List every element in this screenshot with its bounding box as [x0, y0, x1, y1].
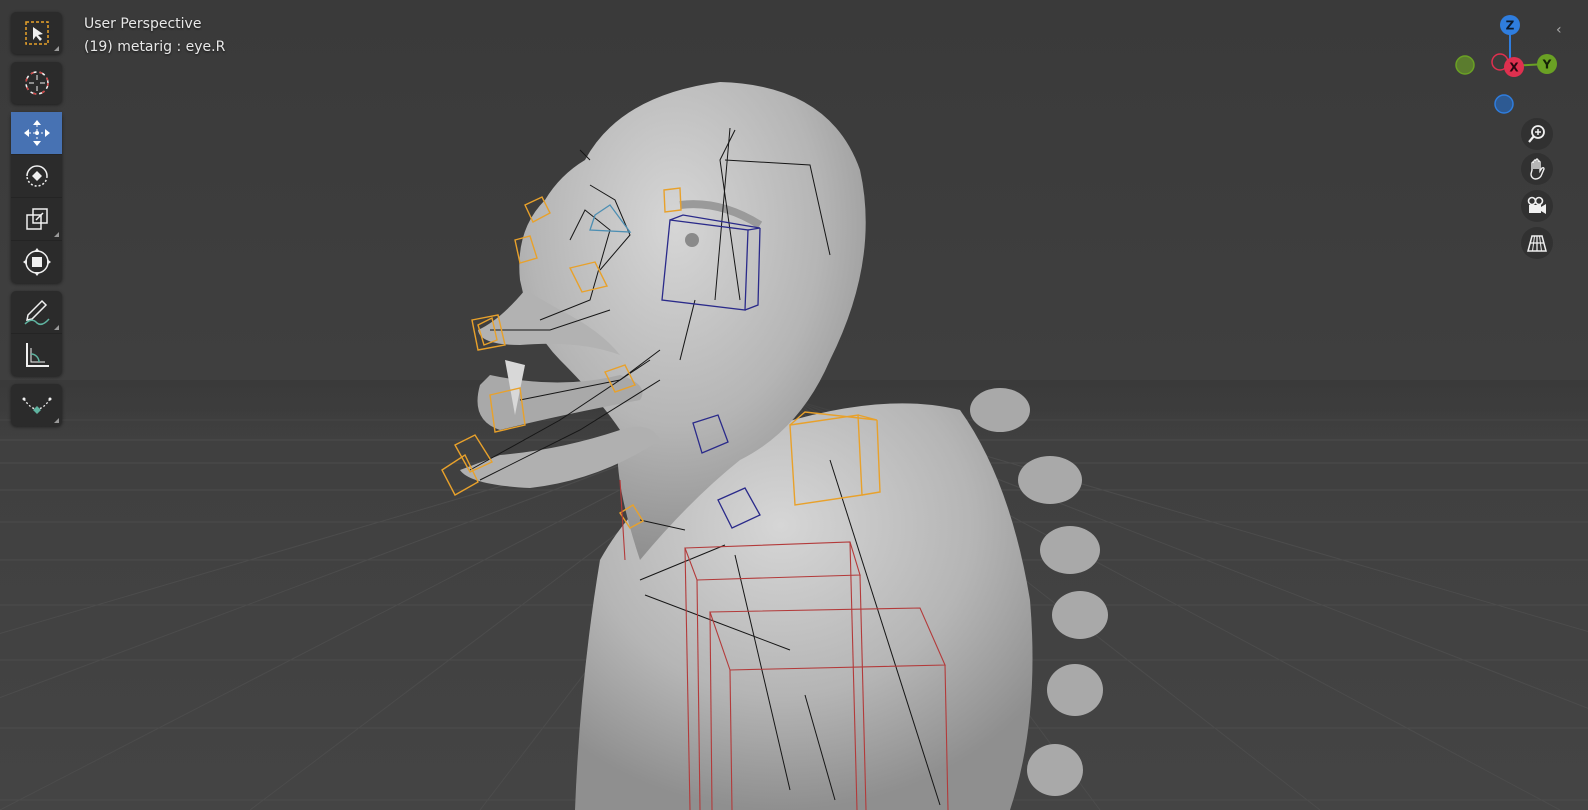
scale-tool[interactable]: [11, 198, 62, 241]
view-name-label: User Perspective: [84, 16, 202, 32]
measure-icon: [25, 343, 49, 367]
scene-canvas[interactable]: [0, 0, 1588, 810]
transform-tool[interactable]: [11, 241, 62, 283]
select-box-tool[interactable]: [11, 12, 62, 54]
bone-roll-tool[interactable]: [11, 384, 62, 426]
hand-icon: [1530, 158, 1545, 180]
move-icon: [23, 120, 50, 146]
zoom-icon: [1528, 125, 1545, 143]
select-box-icon: [24, 21, 49, 45]
tool-group-select: [11, 12, 62, 54]
y-axis-button[interactable]: Y: [1537, 54, 1557, 74]
tool-group-transform: [11, 112, 62, 283]
zoom-button[interactable]: [1521, 118, 1553, 150]
scale-icon: [25, 208, 48, 230]
rotate-icon: [25, 165, 48, 187]
3d-viewport[interactable]: User Perspective (19) metarig : eye.R Z …: [0, 0, 1588, 810]
tool-group-cursor: [11, 62, 62, 104]
perspective-toggle-button[interactable]: [1521, 227, 1553, 259]
x-axis-button[interactable]: X: [1504, 57, 1524, 77]
neg-z-axis[interactable]: [1494, 94, 1514, 114]
transform-icon: [22, 248, 51, 276]
camera-view-button[interactable]: [1521, 190, 1553, 222]
y-axis-label: Y: [1542, 58, 1552, 72]
pan-button[interactable]: [1521, 153, 1553, 185]
tool-shelf: [11, 12, 62, 434]
rotate-tool[interactable]: [11, 155, 62, 198]
sidebar-collapse-arrow[interactable]: ‹: [1556, 22, 1562, 38]
camera-icon: [1527, 196, 1546, 214]
annotate-icon: [23, 299, 50, 326]
cursor-tool[interactable]: [11, 62, 62, 104]
cursor-icon: [24, 71, 49, 95]
grid-icon: [1527, 235, 1547, 252]
measure-tool[interactable]: [11, 334, 62, 376]
active-object-label: (19) metarig : eye.R: [84, 39, 226, 55]
annotate-tool[interactable]: [11, 291, 62, 334]
tool-group-bone: [11, 384, 62, 426]
axis-gizmo[interactable]: Z Y X: [1450, 10, 1570, 120]
z-axis-label: Z: [1506, 19, 1515, 33]
neg-y-axis[interactable]: [1455, 55, 1475, 75]
x-axis-label: X: [1509, 61, 1519, 75]
bone-roll-icon: [22, 397, 51, 414]
z-axis-button[interactable]: Z: [1500, 15, 1520, 35]
move-tool[interactable]: [11, 112, 62, 155]
tool-group-annotate: [11, 291, 62, 376]
creature-mesh[interactable]: [460, 82, 1108, 810]
